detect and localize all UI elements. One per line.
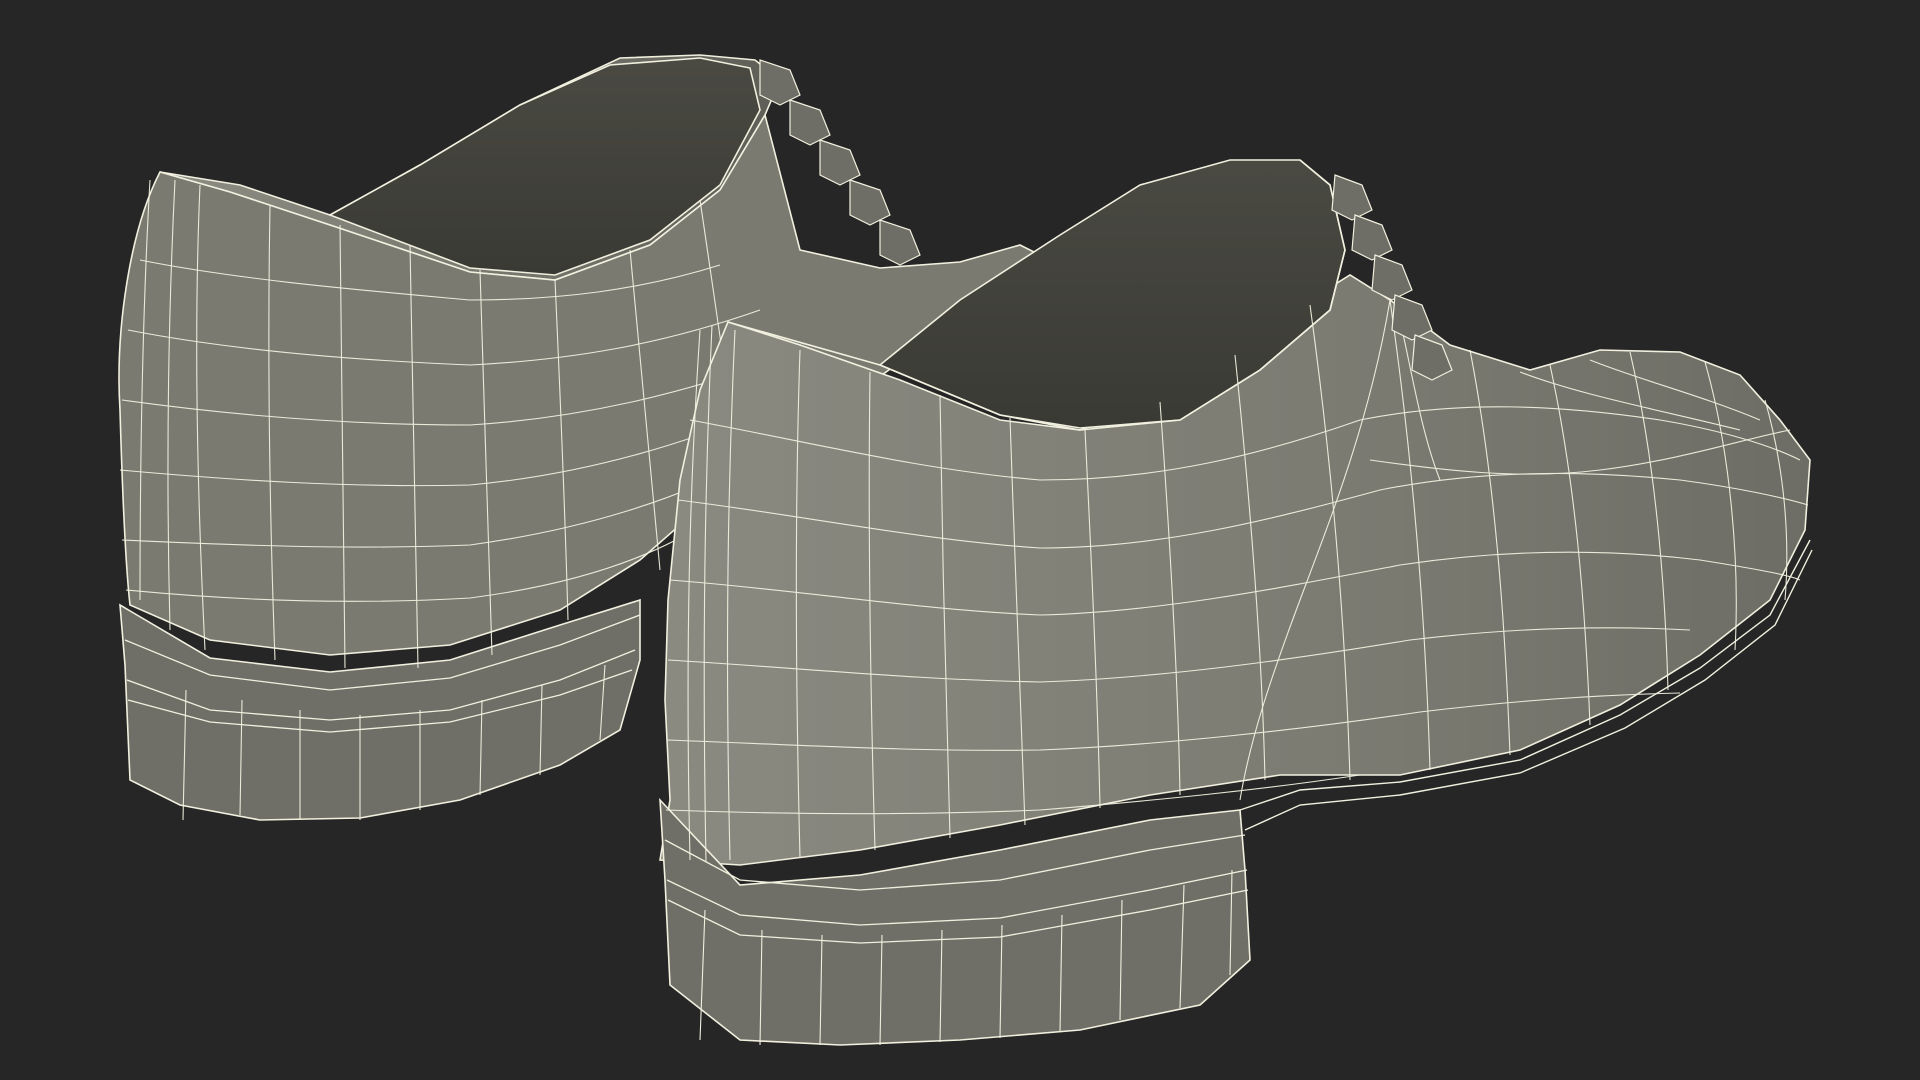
wireframe-render	[118, 54, 1813, 1046]
3d-viewport[interactable]	[0, 0, 1920, 1080]
